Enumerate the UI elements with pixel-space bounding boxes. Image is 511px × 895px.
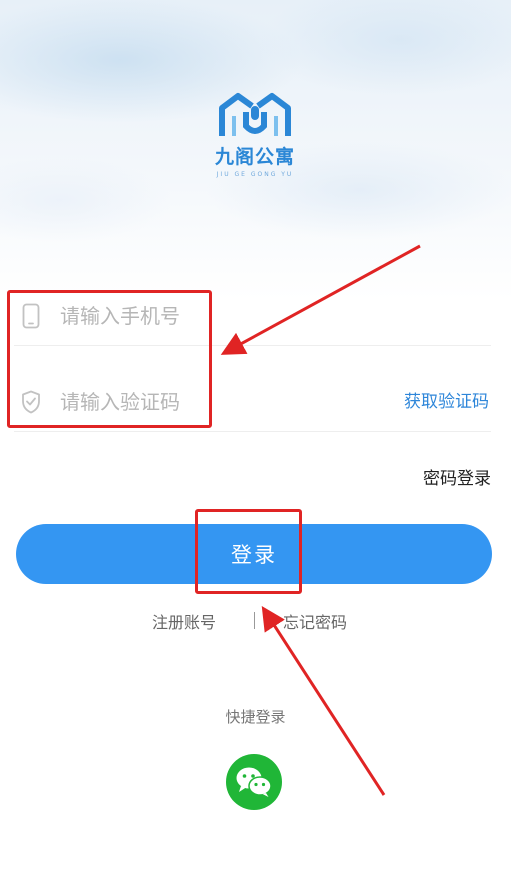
house-logo-icon	[219, 93, 291, 136]
brand-pinyin: JIU GE GONG YU	[216, 171, 294, 178]
password-login-link[interactable]: 密码登录	[423, 464, 491, 489]
account-links: 注册账号 忘记密码	[0, 609, 511, 633]
annotation-box-login	[195, 509, 302, 594]
app-logo: 九阁公寓 JIU GE GONG YU	[205, 92, 305, 178]
quick-login-label: 快捷登录	[225, 708, 286, 726]
register-link[interactable]: 注册账号	[152, 609, 216, 633]
wechat-login-button[interactable]	[226, 754, 282, 810]
forgot-password-link[interactable]: 忘记密码	[283, 609, 347, 633]
annotation-box-inputs	[7, 290, 212, 428]
arrow-to-login	[261, 605, 386, 796]
wechat-icon	[236, 767, 272, 797]
link-divider	[254, 612, 255, 629]
brand-name: 九阁公寓	[214, 146, 295, 168]
get-code-button[interactable]: 获取验证码	[404, 372, 489, 432]
